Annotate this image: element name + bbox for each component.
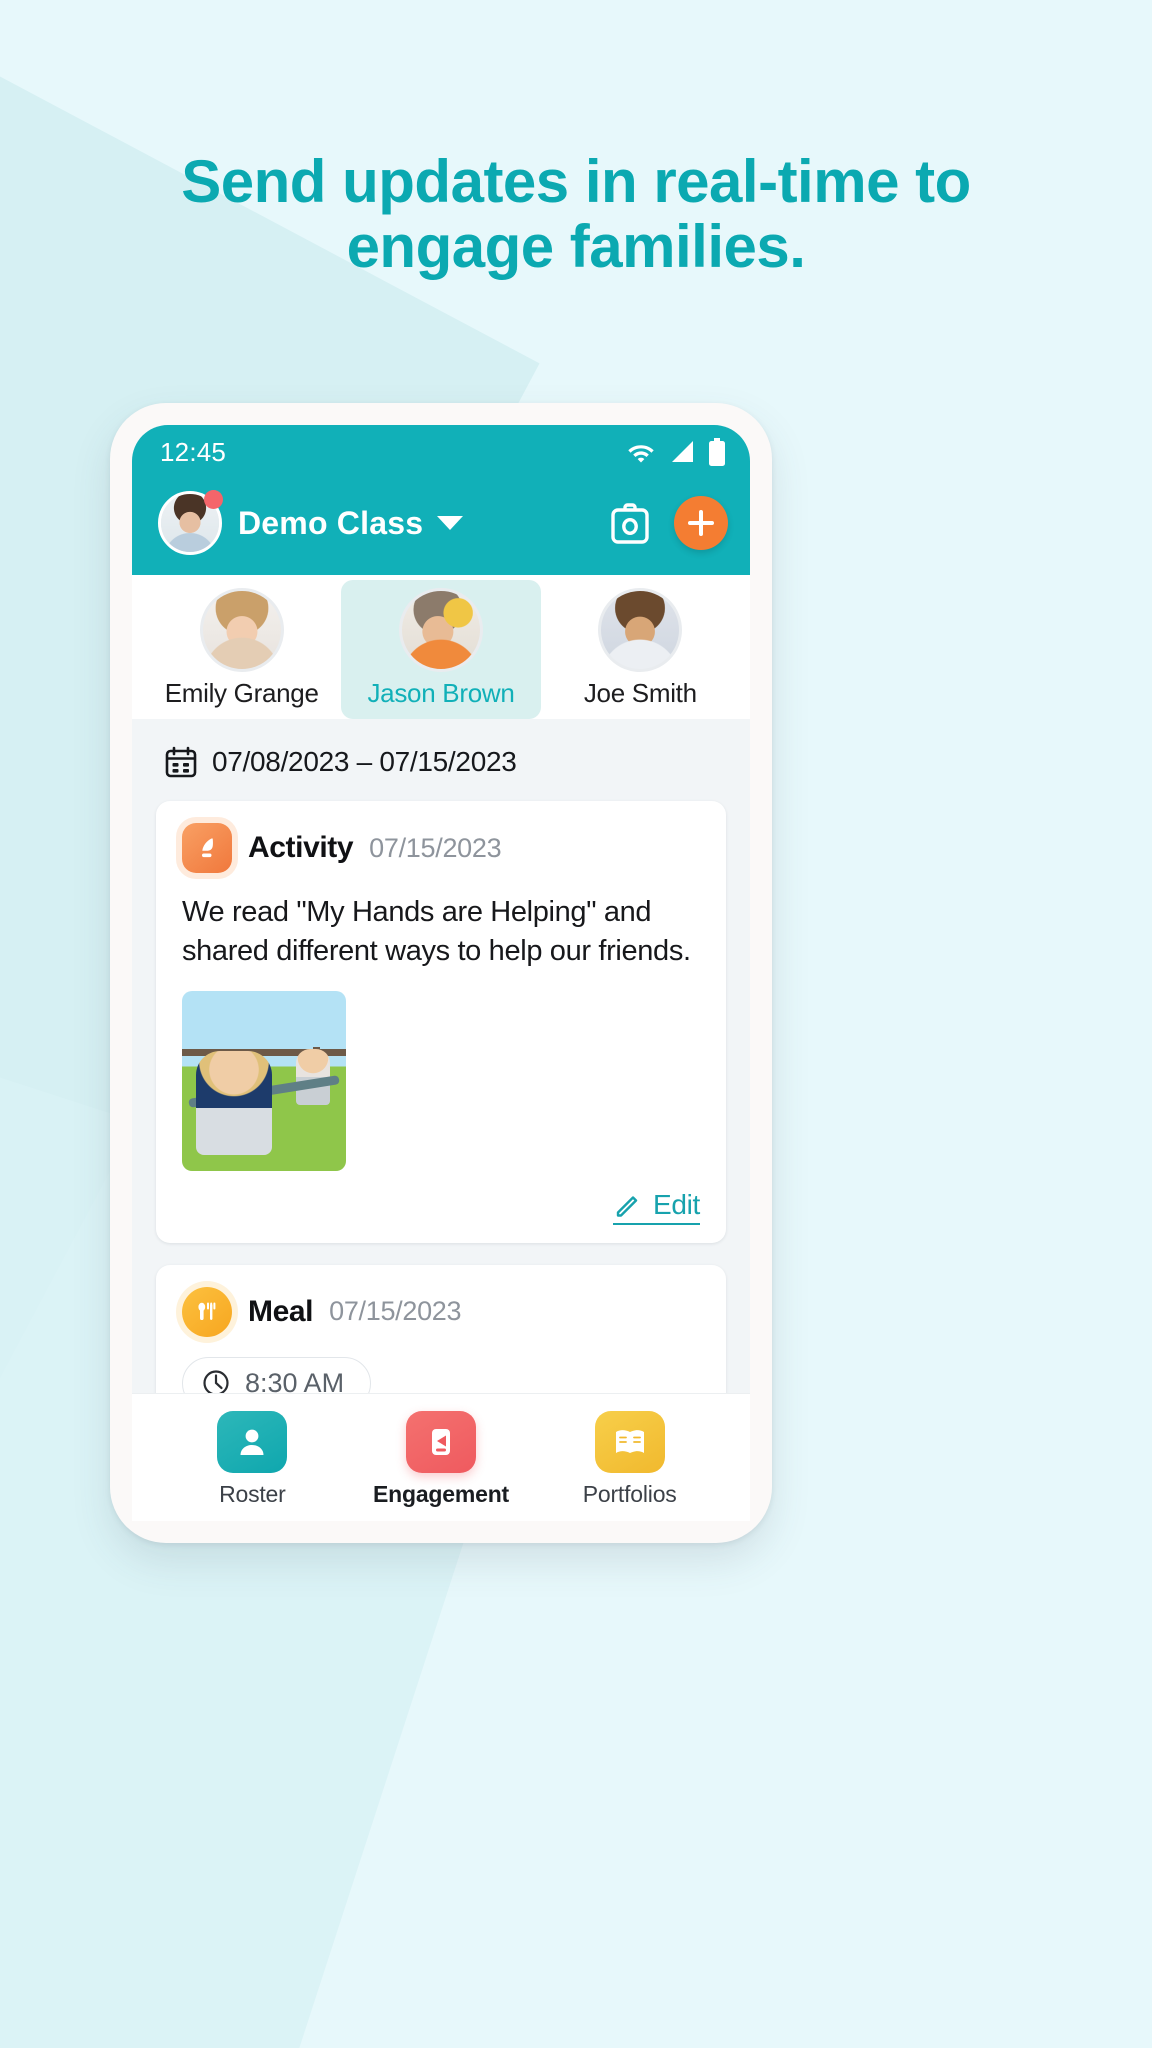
battery-icon: [709, 438, 725, 466]
activity-card-photo[interactable]: [182, 990, 346, 1171]
student-avatar: [398, 588, 483, 672]
edit-label: Edit: [652, 1188, 700, 1220]
calendar-icon: [165, 746, 197, 778]
plus-icon: [688, 510, 714, 536]
status-bar-icons: [626, 438, 726, 466]
nav-item-engagement[interactable]: Engagement: [347, 1411, 536, 1508]
megaphone-icon: [406, 1411, 476, 1473]
student-name: Jason Brown: [367, 678, 515, 708]
student-name: Joe Smith: [583, 678, 697, 708]
meal-card-type: Meal: [248, 1294, 314, 1328]
activity-card-footer: Edit: [182, 1189, 700, 1225]
add-button[interactable]: [674, 496, 728, 550]
nav-item-roster[interactable]: Roster: [158, 1411, 347, 1508]
student-avatar: [598, 588, 683, 672]
wifi-icon: [628, 445, 654, 463]
activity-icon: [182, 823, 232, 873]
nav-item-portfolios[interactable]: Portfolios: [535, 1411, 724, 1508]
phone-mockup: 12:45 Demo Class Emily Grange Jason Brow…: [110, 403, 772, 1543]
activity-card-header: Activity 07/15/2023: [182, 823, 700, 873]
nav-label: Roster: [219, 1481, 286, 1507]
student-tab-emily-grange[interactable]: Emily Grange: [142, 580, 341, 719]
app-header: 12:45 Demo Class: [132, 425, 750, 575]
nav-label: Portfolios: [582, 1481, 677, 1507]
cellular-signal-icon: [672, 441, 693, 462]
camera-icon[interactable]: [604, 497, 656, 549]
student-tab-jason-brown[interactable]: Jason Brown: [341, 580, 541, 719]
nav-label: Engagement: [372, 1481, 510, 1507]
pencil-icon: [616, 1196, 638, 1217]
bottom-navigation: Roster Engagement Portfolios: [132, 1393, 750, 1521]
status-bar: 12:45: [132, 425, 750, 479]
activity-card-date: 07/15/2023: [369, 832, 502, 863]
activity-card-type: Activity: [248, 831, 354, 864]
app-header-row: Demo Class: [132, 479, 750, 565]
notification-badge: [204, 490, 223, 509]
meal-card-header: Meal 07/15/2023: [182, 1286, 700, 1337]
avatar[interactable]: [158, 490, 223, 555]
activity-card[interactable]: Activity 07/15/2023 We read "My Hands ar…: [156, 801, 726, 1243]
student-tab-joe-smith[interactable]: Joe Smith: [541, 580, 740, 719]
date-range-label: 07/08/2023 – 07/15/2023: [212, 746, 517, 777]
chevron-down-icon[interactable]: [437, 516, 464, 530]
meal-card-date: 07/15/2023: [329, 1296, 462, 1327]
date-range-filter[interactable]: 07/08/2023 – 07/15/2023: [132, 719, 750, 801]
class-name-label[interactable]: Demo Class: [238, 505, 423, 542]
edit-button[interactable]: Edit: [612, 1188, 700, 1225]
student-name: Emily Grange: [164, 678, 319, 708]
student-avatar: [199, 588, 284, 672]
book-icon: [594, 1411, 665, 1473]
page-headline: Send updates in real-time to engage fami…: [181, 148, 971, 280]
person-icon: [217, 1411, 288, 1473]
phone-screen: 12:45 Demo Class Emily Grange Jason Brow…: [132, 425, 750, 1521]
status-bar-time: 12:45: [160, 436, 227, 467]
header-actions: [604, 496, 728, 550]
meal-icon: [182, 1286, 232, 1337]
student-tabs: Emily Grange Jason Brown Joe Smith: [132, 575, 750, 719]
activity-card-text: We read "My Hands are Helping" and share…: [182, 896, 691, 967]
